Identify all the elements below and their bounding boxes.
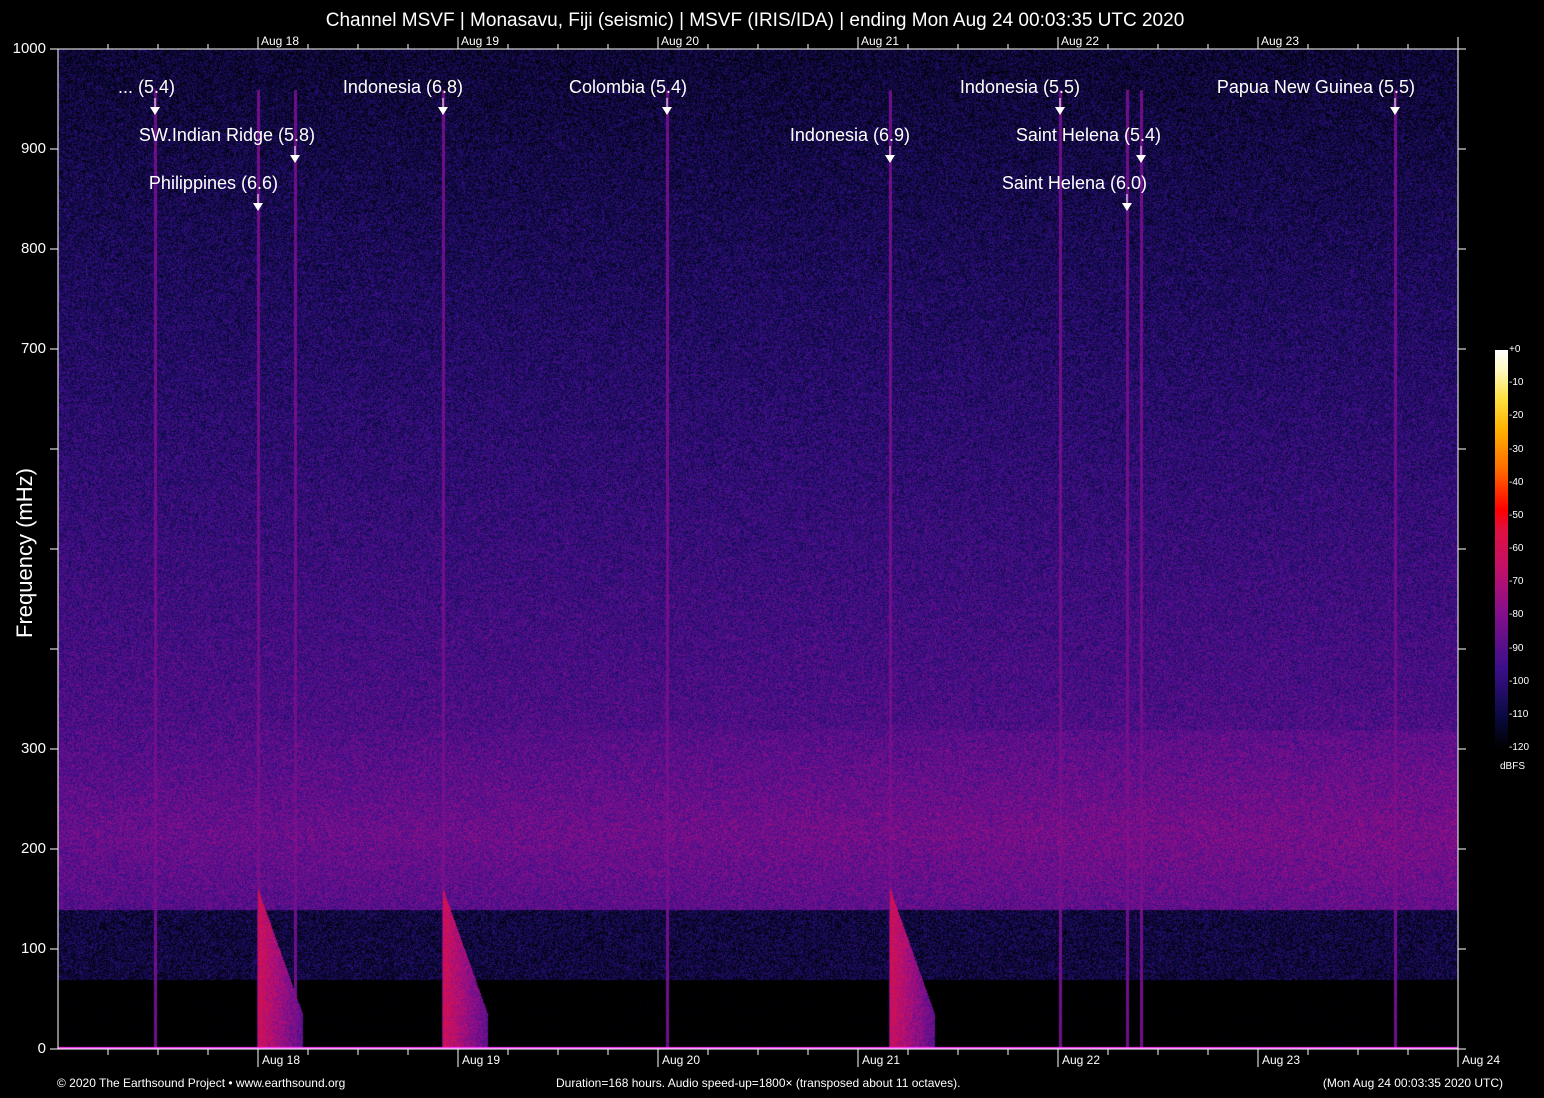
- event-arrow-icon: [662, 107, 672, 115]
- y-tick-label: 800: [2, 240, 46, 257]
- footer-duration: Duration=168 hours. Audio speed-up=1800×…: [556, 1076, 960, 1090]
- event-label: Saint Helena (5.4): [1016, 125, 1161, 146]
- colorbar-tick-label: -60: [1509, 543, 1523, 554]
- event-label: ... (5.4): [118, 77, 175, 98]
- x-tick-label-top: Aug 20: [661, 34, 699, 48]
- colorbar-tick-label: -10: [1509, 377, 1523, 388]
- colorbar-tick-label: -110: [1509, 709, 1528, 720]
- y-tick-label: 200: [2, 840, 46, 857]
- event-arrow-icon: [885, 155, 895, 163]
- colorbar-tick-label: -30: [1509, 444, 1523, 455]
- footer-copyright: © 2020 The Earthsound Project • www.eart…: [57, 1076, 345, 1090]
- x-tick-label-top: Aug 19: [461, 34, 499, 48]
- y-axis-title: Frequency (mHz): [12, 468, 38, 638]
- event-arrow-icon: [438, 107, 448, 115]
- colorbar-tick-label: +0: [1509, 344, 1520, 355]
- footer-timestamp: (Mon Aug 24 00:03:35 2020 UTC): [1323, 1076, 1503, 1090]
- colorbar-unit: dBFS: [1500, 761, 1525, 772]
- y-tick-label: 100: [2, 940, 46, 957]
- y-tick-label: 1000: [2, 40, 46, 57]
- event-arrow-icon: [1390, 107, 1400, 115]
- x-tick-label: Aug 24: [1462, 1053, 1500, 1067]
- x-tick-label-top: Aug 18: [261, 34, 299, 48]
- x-tick-label-top: Aug 22: [1061, 34, 1099, 48]
- colorbar-tick-label: -90: [1509, 643, 1523, 654]
- event-arrow-icon: [253, 203, 263, 211]
- event-arrow-icon: [1122, 203, 1132, 211]
- colorbar-tick-label: -100: [1509, 676, 1529, 687]
- event-label: Philippines (6.6): [149, 173, 278, 194]
- colorbar-tick-label: -120: [1509, 742, 1529, 753]
- event-arrow-icon: [150, 107, 160, 115]
- event-label: Indonesia (6.9): [790, 125, 910, 146]
- event-arrow-icon: [1055, 107, 1065, 115]
- x-tick-label: Aug 21: [862, 1053, 900, 1067]
- colorbar-tick-label: -80: [1509, 609, 1523, 620]
- x-tick-label: Aug 23: [1262, 1053, 1300, 1067]
- colorbar-tick-label: -40: [1509, 477, 1523, 488]
- x-tick-label: Aug 22: [1062, 1053, 1100, 1067]
- event-label: Saint Helena (6.0): [1002, 173, 1147, 194]
- y-tick-label: 0: [2, 1040, 46, 1057]
- colorbar-segment: [1495, 747, 1508, 748]
- y-tick-label: 900: [2, 140, 46, 157]
- x-tick-label-top: Aug 21: [861, 34, 899, 48]
- event-arrow-icon: [1136, 155, 1146, 163]
- event-label: Papua New Guinea (5.5): [1217, 77, 1415, 98]
- colorbar-tick-label: -50: [1509, 510, 1523, 521]
- colorbar-tick-label: -70: [1509, 576, 1523, 587]
- x-tick-label: Aug 20: [662, 1053, 700, 1067]
- x-tick-label: Aug 19: [462, 1053, 500, 1067]
- event-arrow-icon: [290, 155, 300, 163]
- axes: [0, 0, 1544, 1098]
- y-tick-label: 300: [2, 740, 46, 757]
- colorbar-tick-label: -20: [1509, 410, 1523, 421]
- x-tick-label-top: Aug 23: [1261, 34, 1299, 48]
- event-label: Indonesia (6.8): [343, 77, 463, 98]
- x-tick-label: Aug 18: [262, 1053, 300, 1067]
- event-label: Indonesia (5.5): [960, 77, 1080, 98]
- y-tick-label: 700: [2, 340, 46, 357]
- colorbar: [1495, 350, 1508, 748]
- event-label: SW.Indian Ridge (5.8): [139, 125, 315, 146]
- event-label: Colombia (5.4): [569, 77, 687, 98]
